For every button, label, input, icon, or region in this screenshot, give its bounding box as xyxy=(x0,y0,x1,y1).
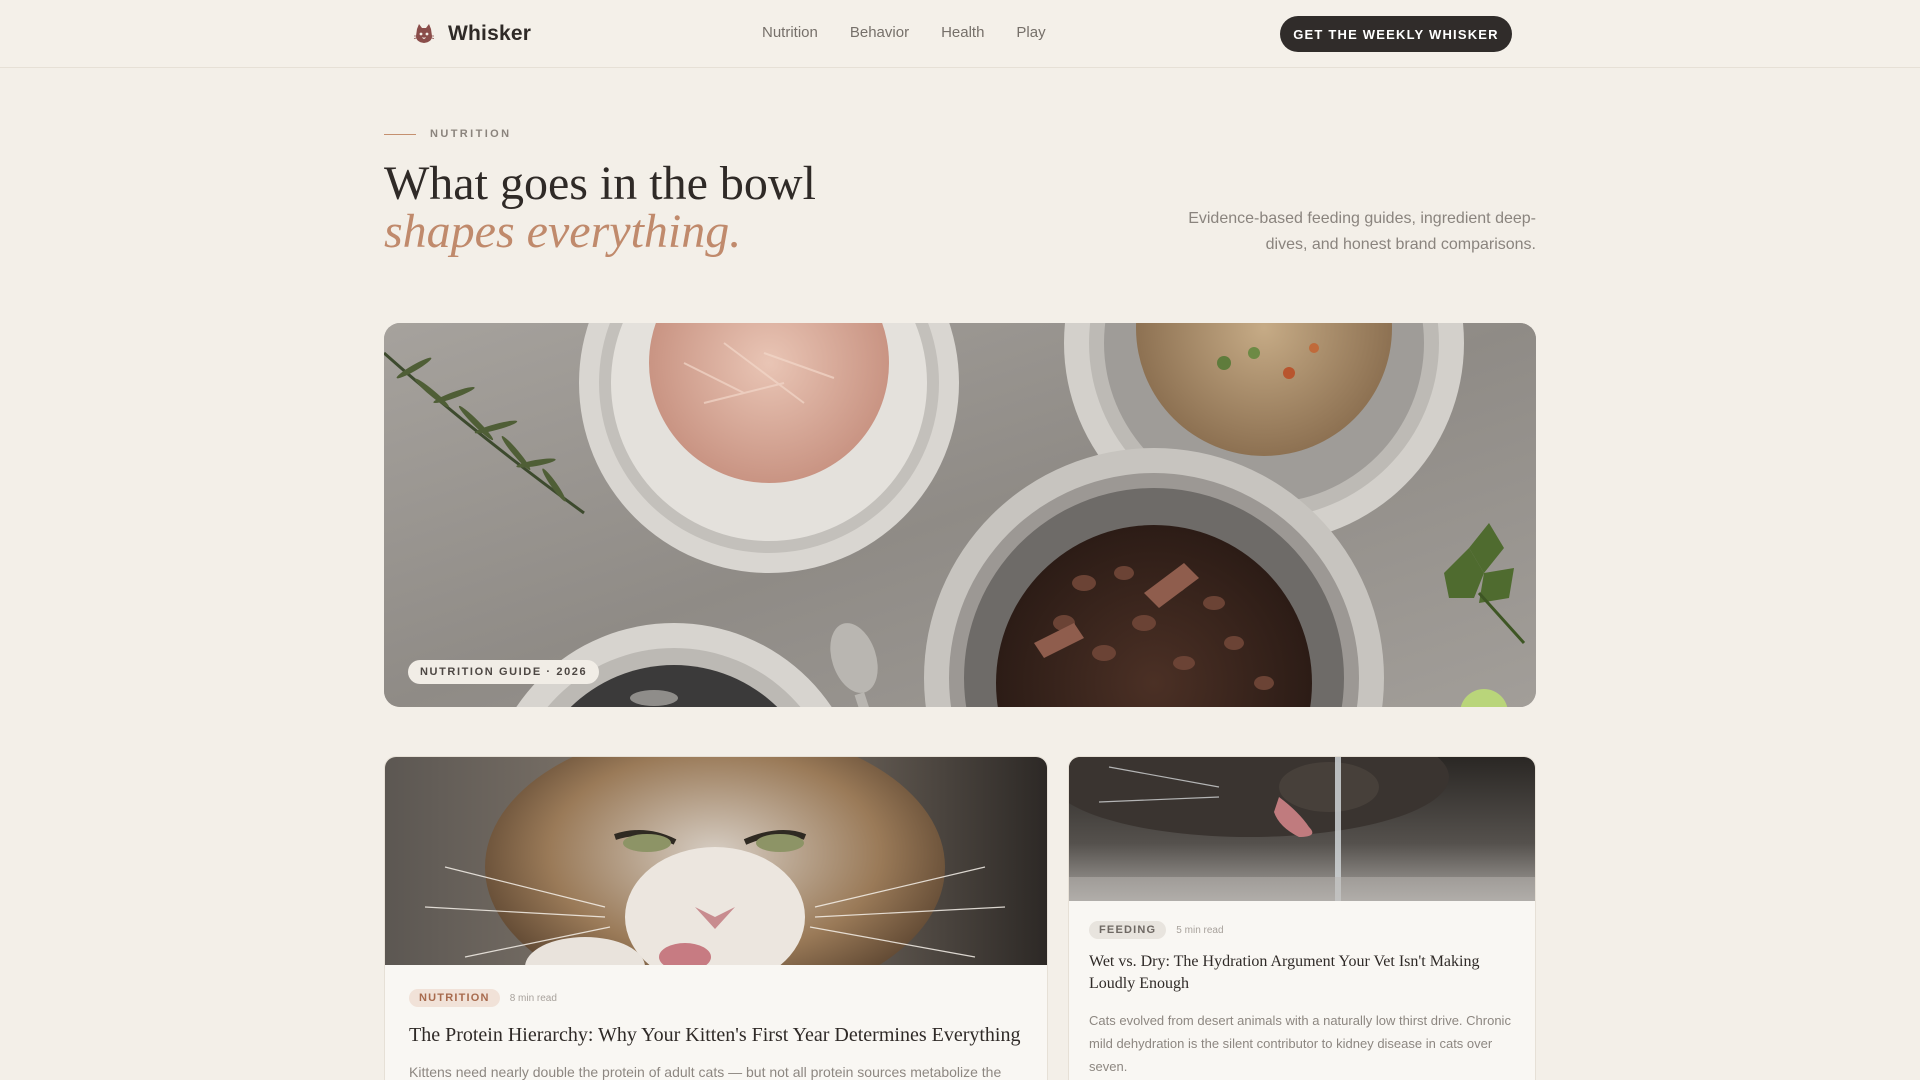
article-title[interactable]: Wet vs. Dry: The Hydration Argument Your… xyxy=(1089,951,1515,995)
cat-icon xyxy=(410,20,438,48)
hero-image-food-bowls[interactable]: NUTRITION GUIDE · 2026 xyxy=(384,323,1536,707)
article-card-body: NUTRITION 8 min read The Protein Hierarc… xyxy=(385,965,1047,1080)
cat-eating-illustration xyxy=(385,757,1047,965)
article-card-wet-vs-dry[interactable]: FEEDING 5 min read Wet vs. Dry: The Hydr… xyxy=(1068,756,1536,1080)
read-time: 5 min read xyxy=(1176,924,1224,936)
article-card-protein-hierarchy[interactable]: NUTRITION 8 min read The Protein Hierarc… xyxy=(384,756,1048,1080)
food-bowls-illustration xyxy=(384,323,1536,707)
kicker-rule xyxy=(384,133,416,135)
top-navigation-bar: Whisker Nutrition Behavior Health Play G… xyxy=(0,0,1920,68)
section-intro: Evidence-based feeding guides, ingredien… xyxy=(1188,210,1536,253)
nav-item-health[interactable]: Health xyxy=(941,24,984,41)
read-time: 8 min read xyxy=(509,992,557,1004)
article-meta: FEEDING 5 min read xyxy=(1089,921,1515,939)
nav-item-behavior[interactable]: Behavior xyxy=(850,24,909,41)
category-tag-feeding[interactable]: FEEDING xyxy=(1089,921,1167,939)
main-nav: Nutrition Behavior Health Play xyxy=(762,24,1046,41)
article-excerpt: Kittens need nearly double the protein o… xyxy=(409,1064,1002,1080)
cat-drinking-illustration xyxy=(1069,757,1535,901)
nav-item-play[interactable]: Play xyxy=(1016,24,1045,41)
subscribe-newsletter-button[interactable]: GET THE WEEKLY WHISKER xyxy=(1280,16,1512,52)
category-tag-nutrition[interactable]: NUTRITION xyxy=(409,989,500,1007)
article-title[interactable]: The Protein Hierarchy: Why Your Kitten's… xyxy=(409,1021,1023,1049)
nav-item-nutrition[interactable]: Nutrition xyxy=(762,24,818,41)
article-excerpt: Cats evolved from desert animals with a … xyxy=(1089,1013,1511,1074)
page-title: What goes in the bowl shapes everything. xyxy=(384,160,816,256)
section-kicker: NUTRITION xyxy=(384,128,511,140)
article-thumbnail-cat-eating xyxy=(385,757,1047,965)
headline-line-2: shapes everything. xyxy=(384,205,742,258)
brand-home-link[interactable]: Whisker xyxy=(410,20,531,48)
hero-image-badge: NUTRITION GUIDE · 2026 xyxy=(408,660,600,684)
brand-name: Whisker xyxy=(448,22,532,45)
headline-line-1: What goes in the bowl xyxy=(384,157,816,210)
article-meta: NUTRITION 8 min read xyxy=(409,989,1023,1007)
article-card-body: FEEDING 5 min read Wet vs. Dry: The Hydr… xyxy=(1069,901,1535,1078)
article-thumbnail-cat-drinking xyxy=(1069,757,1535,901)
section-kicker-label: NUTRITION xyxy=(430,128,512,140)
